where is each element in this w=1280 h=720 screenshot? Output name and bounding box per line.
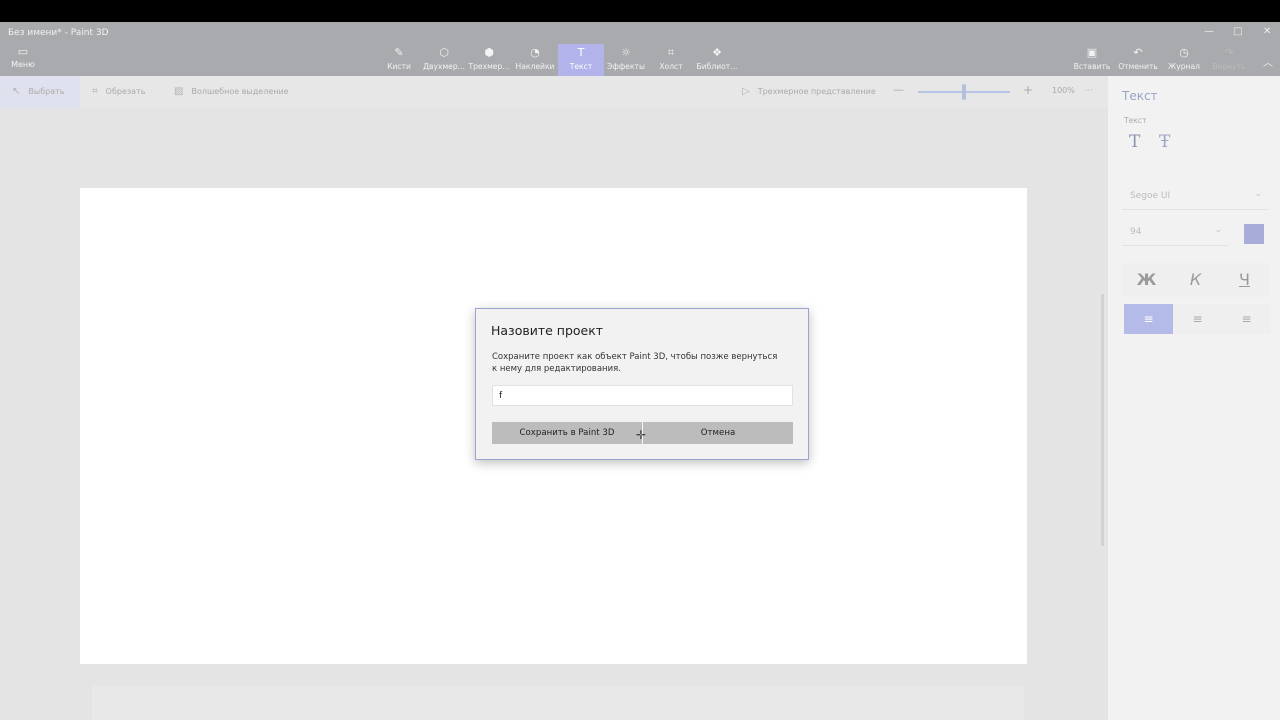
- brush-icon: ✎: [394, 46, 404, 59]
- tool-text[interactable]: T Текст: [558, 44, 604, 76]
- underline-button[interactable]: Ч: [1220, 263, 1269, 297]
- text-side-panel: Текст Текст T Ŧ Segoe UI ⌄ 94 ⌄ Ж К Ч ≡ …: [1108, 76, 1280, 720]
- magic-select-label: Волшебное выделение: [191, 87, 289, 96]
- crop-icon: ⌗: [92, 86, 98, 97]
- dialog-description: Сохраните проект как объект Paint 3D, чт…: [492, 352, 778, 374]
- tool-label: Эффекты: [607, 62, 645, 71]
- history-icon: ◷: [1179, 46, 1189, 59]
- window-title: Без имени* - Paint 3D: [8, 28, 109, 38]
- history-button[interactable]: ◷ Журнал: [1161, 44, 1207, 76]
- align-left-icon: ≡: [1143, 312, 1154, 326]
- 2d-text-icon[interactable]: T: [1129, 132, 1140, 152]
- font-family-value: Segoe UI: [1130, 191, 1171, 201]
- select-label: Выбрать: [28, 87, 65, 96]
- vertical-scrollbar[interactable]: [1101, 294, 1104, 546]
- maximize-button[interactable]: □: [1233, 26, 1242, 37]
- library-icon: ❖: [712, 46, 722, 59]
- cancel-button[interactable]: Отмена: [643, 422, 793, 444]
- text-color-swatch[interactable]: [1244, 224, 1264, 244]
- tool-label: Холст: [659, 62, 683, 71]
- dialog-title: Назовите проект: [491, 323, 604, 338]
- menu-button[interactable]: ▭ Меню: [8, 45, 38, 70]
- tool-label: Двухмер...: [423, 62, 465, 71]
- close-button[interactable]: ✕: [1263, 26, 1271, 37]
- zoom-level: 100%: [1052, 86, 1075, 95]
- align-right-button[interactable]: ≡: [1222, 304, 1271, 334]
- tool-canvas[interactable]: ⌗ Холст: [648, 44, 694, 76]
- crop-button[interactable]: ⌗ Обрезать: [92, 86, 145, 97]
- select-button[interactable]: ↖ Выбрать: [12, 86, 64, 97]
- project-name-input[interactable]: [492, 385, 793, 406]
- font-size-value: 94: [1130, 227, 1142, 237]
- more-options-button[interactable]: ···: [1085, 86, 1093, 95]
- cursor-icon: ↖: [12, 86, 21, 97]
- zoom-in-button[interactable]: +: [1023, 83, 1033, 97]
- view-3d-icon: ▷: [742, 86, 750, 97]
- minimize-button[interactable]: —: [1204, 26, 1214, 37]
- panel-subtitle: Текст: [1124, 116, 1147, 125]
- tool-label: Вставить: [1073, 62, 1111, 71]
- shapes-2d-icon: ⬡: [439, 46, 449, 59]
- undo-icon: ↶: [1133, 46, 1143, 59]
- crop-label: Обрезать: [105, 87, 146, 96]
- tool-label: Кисти: [387, 62, 411, 71]
- canvas-icon: ⌗: [667, 46, 675, 59]
- chevron-down-icon: ⌄: [1214, 225, 1222, 235]
- tool-library[interactable]: ❖ Библиот...: [694, 44, 740, 76]
- save-to-paint3d-button[interactable]: Сохранить в Paint 3D: [492, 422, 642, 444]
- shapes-3d-icon: ⬢: [484, 46, 494, 59]
- top-black-bar: [0, 0, 1280, 22]
- tool-label: Отменить: [1118, 62, 1158, 71]
- align-center-icon: ≡: [1192, 312, 1203, 326]
- undo-button[interactable]: ↶ Отменить: [1115, 44, 1161, 76]
- zoom-out-button[interactable]: —: [893, 83, 904, 96]
- tool-stickers[interactable]: ◔ Наклейки: [512, 44, 558, 76]
- tool-effects[interactable]: ☼ Эффекты: [603, 44, 649, 76]
- tool-label: Текст: [569, 62, 593, 71]
- zoom-slider-thumb[interactable]: [962, 84, 966, 100]
- tool-label: Вернуть: [1212, 62, 1246, 71]
- tool-brushes[interactable]: ✎ Кисти: [376, 44, 422, 76]
- tool-label: Трехмер...: [468, 62, 510, 71]
- magic-select-button[interactable]: ▨ Волшебное выделение: [174, 86, 289, 97]
- tool-label: Библиот...: [696, 62, 738, 71]
- align-left-button[interactable]: ≡: [1124, 304, 1173, 334]
- magic-select-icon: ▨: [174, 86, 184, 97]
- bold-button[interactable]: Ж: [1122, 263, 1171, 297]
- stickers-icon: ◔: [530, 46, 540, 59]
- folder-icon: ▭: [17, 45, 29, 58]
- tool-2d-shapes[interactable]: ⬡ Двухмер...: [421, 44, 467, 76]
- align-right-icon: ≡: [1241, 312, 1252, 326]
- panel-title: Текст: [1122, 89, 1158, 103]
- chevron-down-icon: ⌄: [1254, 189, 1262, 199]
- paste-button[interactable]: ▣ Вставить: [1069, 44, 1115, 76]
- align-center-button[interactable]: ≡: [1173, 304, 1222, 334]
- view-3d-button[interactable]: ▷ Трехмерное представление: [742, 86, 876, 97]
- app-header: Без имени* - Paint 3D — □ ✕ ▭ Меню ✎ Кис…: [0, 22, 1280, 76]
- font-family-select[interactable]: Segoe UI ⌄: [1122, 184, 1268, 210]
- tool-label: Наклейки: [515, 62, 555, 71]
- font-size-select[interactable]: 94 ⌄: [1122, 220, 1228, 246]
- redo-icon: ↷: [1224, 46, 1234, 59]
- tool-label: Журнал: [1168, 62, 1200, 71]
- paste-icon: ▣: [1086, 46, 1098, 59]
- tool-3d-shapes[interactable]: ⬢ Трехмер...: [466, 44, 512, 76]
- canvas-floor-shadow: [92, 686, 1024, 720]
- redo-button[interactable]: ↷ Вернуть: [1206, 44, 1252, 76]
- effects-icon: ☼: [621, 46, 631, 59]
- italic-button[interactable]: К: [1171, 263, 1220, 297]
- collapse-ribbon-icon[interactable]: ︿: [1263, 54, 1273, 69]
- secondary-toolbar: ↖ Выбрать ⌗ Обрезать ▨ Волшебное выделение …: [0, 76, 1108, 108]
- text-icon: T: [577, 46, 585, 59]
- mouse-cursor-icon: ✛: [636, 428, 647, 442]
- view-3d-label: Трехмерное представление: [757, 87, 876, 96]
- menu-label: Меню: [11, 60, 35, 69]
- 3d-text-icon[interactable]: Ŧ: [1159, 132, 1170, 152]
